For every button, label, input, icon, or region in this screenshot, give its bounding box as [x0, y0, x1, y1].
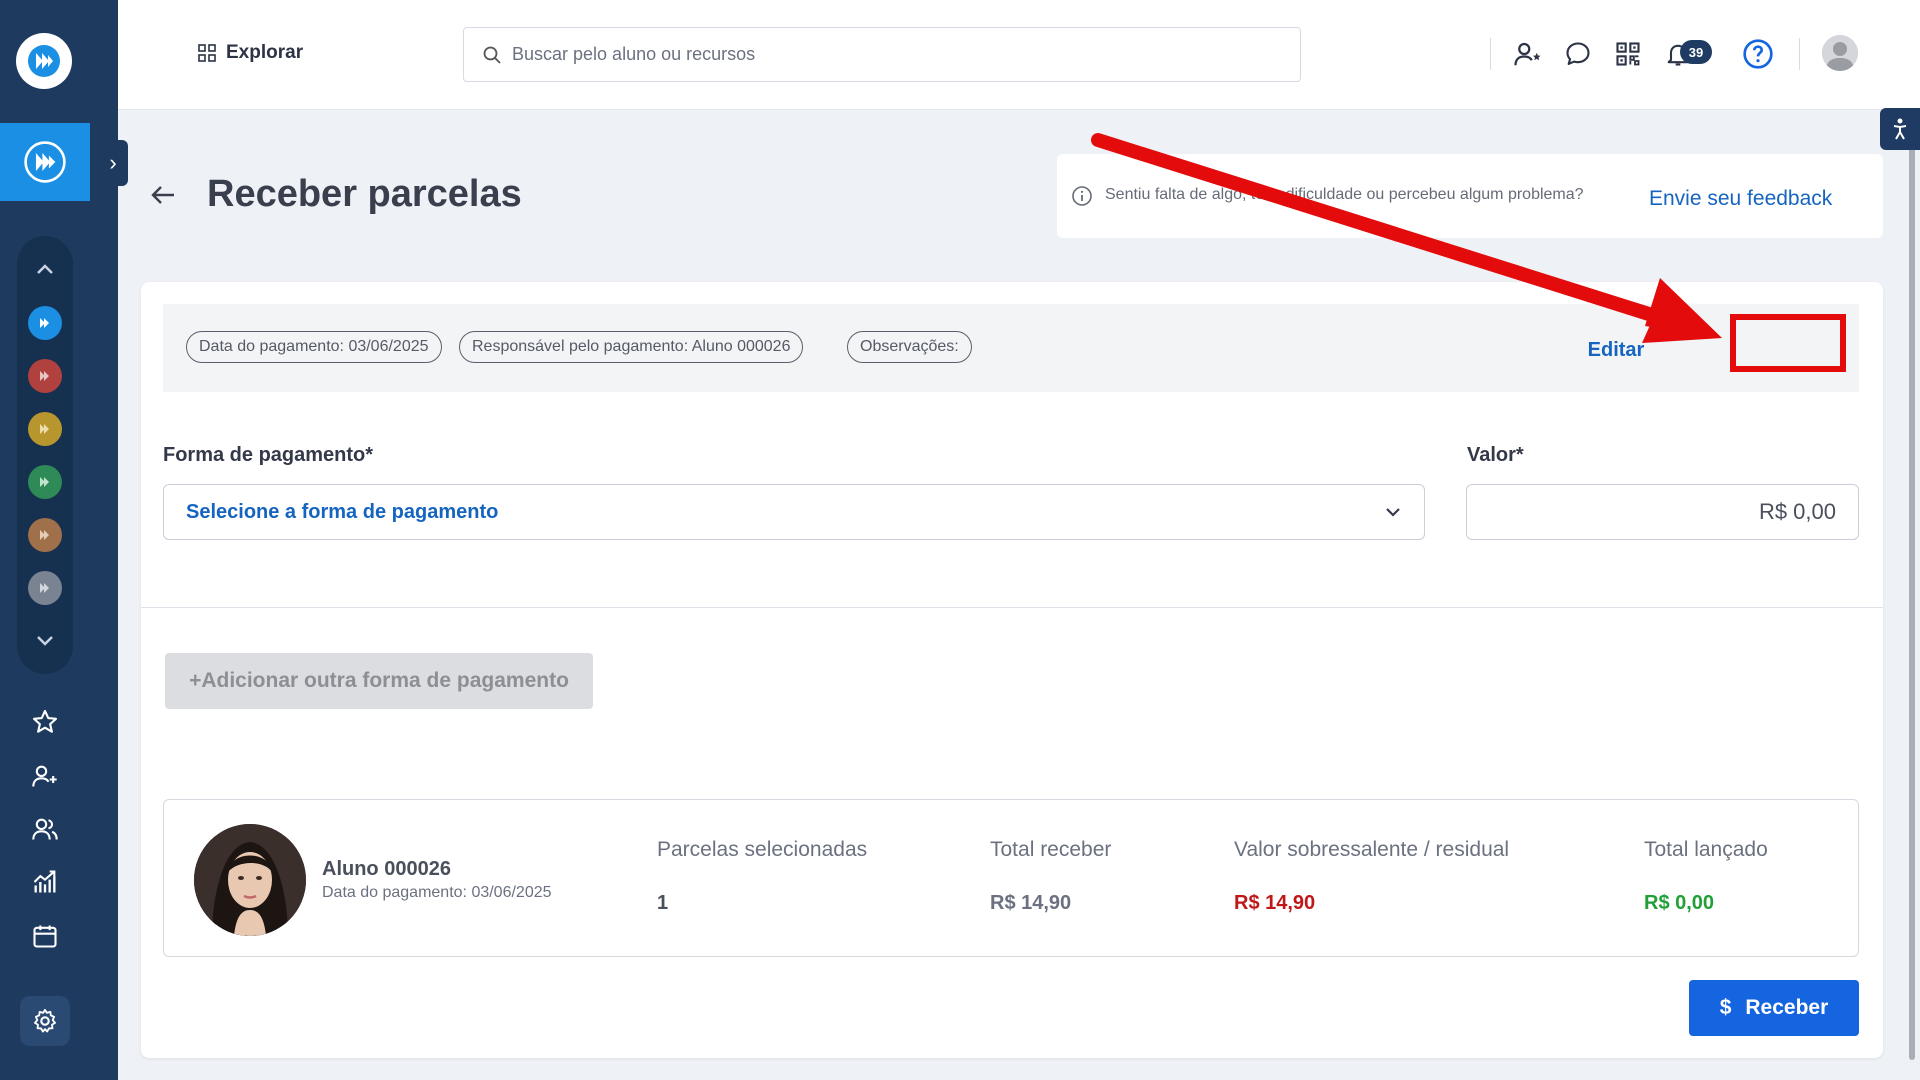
arrow-left-icon [151, 186, 174, 204]
app-logo[interactable] [16, 33, 72, 89]
dollar-icon: $ [1719, 996, 1732, 1019]
module-logo-icon [24, 141, 66, 183]
search-icon [483, 46, 501, 64]
qr-code-icon[interactable] [1610, 36, 1646, 72]
notification-badge: 39 [1680, 40, 1712, 64]
value-input[interactable] [1466, 484, 1859, 540]
module-switcher [17, 236, 73, 674]
responsible-chip: Responsável pelo pagamento: Aluno 000026 [459, 331, 804, 363]
explore-menu[interactable]: Explorar [198, 42, 303, 64]
payment-method-placeholder: Selecione a forma de pagamento [186, 500, 499, 523]
module-yellow-icon [40, 424, 49, 434]
accessibility-icon [1893, 118, 1907, 140]
page-title: Receber parcelas [207, 173, 522, 215]
feedback-text: Sentiu falta de algo, teve dificuldade o… [1105, 186, 1584, 203]
chevron-down-icon [1386, 508, 1400, 517]
student-payment-date: Data do pagamento: 03/06/2025 [322, 884, 552, 901]
calendar-icon[interactable] [27, 918, 63, 954]
section-divider [141, 607, 1883, 608]
page-scrollbar-thumb[interactable] [1909, 130, 1915, 1060]
module-dot-gray[interactable] [28, 571, 62, 605]
module-dot-yellow[interactable] [28, 412, 62, 446]
student-name: Aluno 000026 [322, 858, 451, 880]
settings-button[interactable] [20, 996, 70, 1046]
chevron-down-icon[interactable] [17, 628, 73, 654]
module-dot-green[interactable] [28, 465, 62, 499]
col-header-total-posted: Total lançado [1644, 838, 1768, 861]
logo-icon [28, 45, 60, 77]
payment-card: Data do pagamento: 03/06/2025 Responsáve… [141, 282, 1883, 1058]
sidebar-expand-button[interactable]: › [98, 140, 128, 186]
payment-info-strip: Data do pagamento: 03/06/2025 Responsáve… [163, 304, 1859, 392]
module-green-icon [40, 477, 49, 487]
col-value-residual: R$ 14,90 [1234, 892, 1316, 914]
highlight-box [1730, 314, 1846, 372]
plus-icon: + [189, 669, 202, 692]
help-icon[interactable] [1740, 36, 1776, 72]
module-dot-red[interactable] [28, 359, 62, 393]
feedback-banner: Sentiu falta de algo, teve dificuldade o… [1057, 154, 1883, 238]
chevron-up-icon[interactable] [17, 256, 73, 282]
module-red-icon [40, 371, 49, 381]
module-dot-blue[interactable] [28, 306, 62, 340]
module-blue-icon [40, 318, 49, 328]
user-avatar-icon [1822, 35, 1858, 71]
chat-icon[interactable] [1560, 36, 1596, 72]
module-brown-icon [40, 530, 49, 540]
sidebar: › [0, 0, 128, 1080]
analytics-icon[interactable] [27, 864, 63, 900]
back-button[interactable] [148, 180, 178, 210]
active-module-item[interactable] [0, 123, 90, 201]
header-divider [1490, 38, 1491, 70]
grid-icon [198, 44, 216, 62]
student-avatar [194, 824, 306, 936]
receive-label: Receber [1745, 996, 1829, 1019]
top-header: Explorar 39 [118, 0, 1920, 110]
edit-button[interactable]: Editar [1568, 331, 1664, 369]
add-payment-method-label: Adicionar outra forma de pagamento [201, 669, 569, 692]
col-value-selected-installments: 1 [657, 892, 669, 914]
gear-icon [34, 1008, 56, 1033]
star-icon[interactable] [27, 704, 63, 740]
search-bar[interactable] [463, 27, 1301, 82]
col-value-total-receive: R$ 14,90 [990, 892, 1072, 914]
col-header-residual: Valor sobressalente / residual [1234, 838, 1510, 861]
info-icon [1072, 186, 1092, 206]
feedback-link[interactable]: Envie seu feedback [1649, 187, 1832, 211]
student-summary: Aluno 000026 Data do pagamento: 03/06/20… [163, 799, 1859, 957]
payment-method-select[interactable]: Selecione a forma de pagamento [163, 484, 1425, 540]
notes-chip: Observações: [847, 331, 972, 363]
person-star-icon[interactable] [1510, 36, 1546, 72]
col-value-total-posted: R$ 0,00 [1644, 892, 1715, 914]
payment-date-chip: Data do pagamento: 03/06/2025 [186, 331, 442, 363]
people-icon[interactable] [27, 811, 63, 847]
explore-label: Explorar [226, 42, 304, 63]
value-label: Valor* [1467, 444, 1524, 466]
search-input[interactable] [512, 44, 1272, 65]
accessibility-button[interactable] [1880, 108, 1920, 150]
module-dot-brown[interactable] [28, 518, 62, 552]
add-payment-method-button[interactable]: +Adicionar outra forma de pagamento [165, 653, 593, 709]
user-avatar[interactable] [1822, 35, 1858, 71]
module-gray-icon [40, 583, 49, 593]
col-header-selected-installments: Parcelas selecionadas [657, 838, 868, 861]
add-person-icon[interactable] [27, 758, 63, 794]
col-header-total-receive: Total receber [990, 838, 1112, 861]
receive-button[interactable]: $ Receber [1689, 980, 1859, 1036]
payment-method-label: Forma de pagamento* [163, 444, 374, 466]
header-divider-2 [1799, 38, 1800, 70]
student-photo [194, 824, 306, 936]
